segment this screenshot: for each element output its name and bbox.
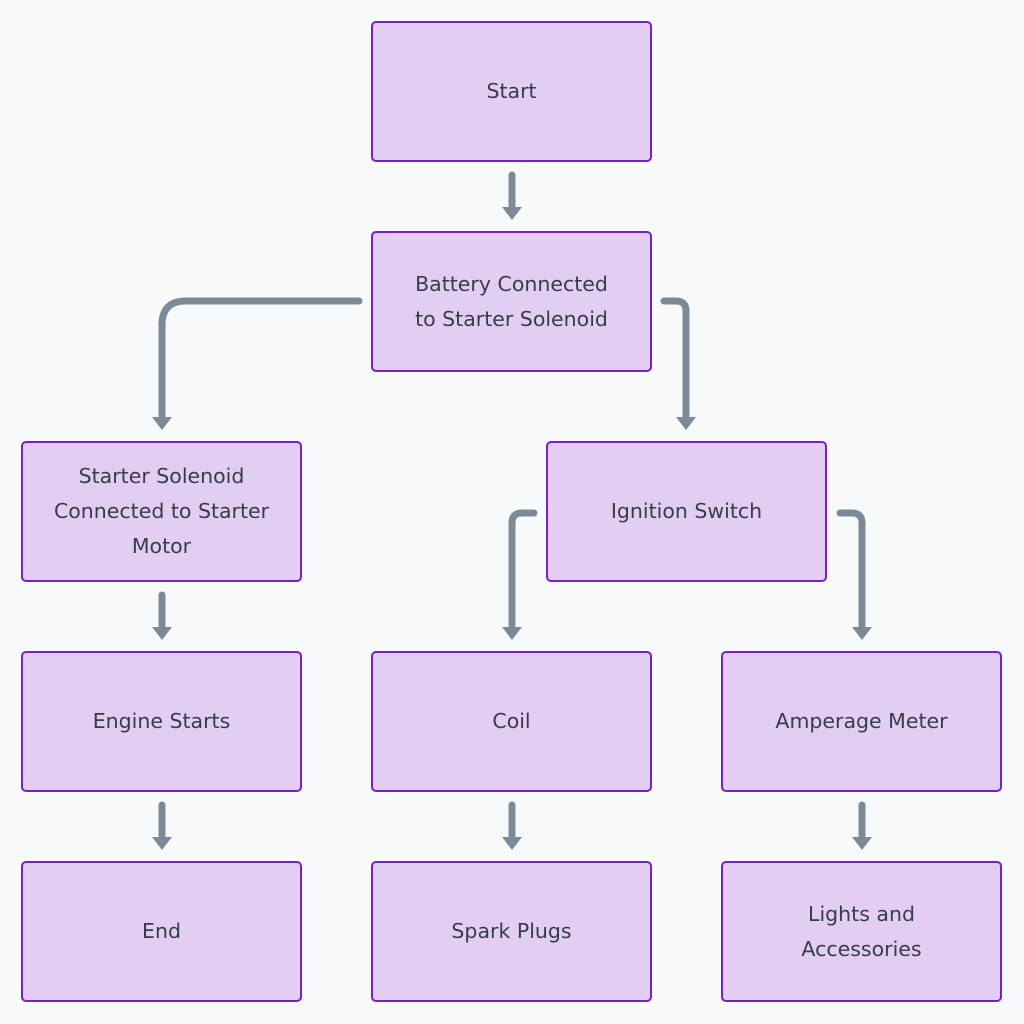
edge-amp-to-lights (852, 801, 872, 850)
edge-start-to-battery (502, 171, 522, 220)
edge-solenoid-to-engine (152, 591, 172, 640)
arrowhead-icon (502, 207, 522, 220)
arrowhead-icon (502, 837, 522, 850)
edge-battery-to-ignition (660, 297, 696, 430)
node-label: Start (486, 79, 537, 103)
node-ignition[interactable]: Ignition Switch (546, 441, 827, 582)
node-label: Battery Connected to Starter Solenoid (415, 271, 608, 331)
node-engine[interactable]: Engine Starts (21, 651, 302, 792)
node-label: Starter Solenoid Connected to Starter Mo… (53, 464, 270, 558)
edge-line (660, 297, 690, 420)
node-end[interactable]: End (21, 861, 302, 1002)
node-lights[interactable]: Lights and Accessories (721, 861, 1002, 1002)
node-label: Engine Starts (92, 709, 231, 733)
edge-line (508, 509, 538, 630)
edge-battery-to-solenoid (152, 297, 363, 430)
node-battery[interactable]: Battery Connected to Starter Solenoid (371, 231, 652, 372)
arrowhead-icon (152, 417, 172, 430)
arrowhead-icon (852, 837, 872, 850)
arrowhead-icon (502, 627, 522, 640)
node-coil[interactable]: Coil (371, 651, 652, 792)
edge-line (836, 509, 866, 630)
node-spark[interactable]: Spark Plugs (371, 861, 652, 1002)
arrowhead-icon (852, 627, 872, 640)
node-label: End (142, 919, 181, 943)
node-amp[interactable]: Amperage Meter (721, 651, 1002, 792)
edge-engine-to-end (152, 801, 172, 850)
edge-ignition-to-amp (836, 509, 872, 640)
arrowhead-icon (152, 837, 172, 850)
arrowhead-icon (676, 417, 696, 430)
node-label: Coil (492, 709, 531, 733)
node-label: Amperage Meter (775, 709, 948, 733)
node-label: Lights and Accessories (801, 901, 922, 961)
node-label: Spark Plugs (451, 919, 572, 943)
node-start[interactable]: Start (371, 21, 652, 162)
node-label: Ignition Switch (610, 499, 763, 523)
edge-coil-to-spark (502, 801, 522, 850)
edge-ignition-to-coil (502, 509, 538, 640)
edge-line (158, 297, 363, 420)
arrowhead-icon (152, 627, 172, 640)
node-solenoid[interactable]: Starter Solenoid Connected to Starter Mo… (21, 441, 302, 582)
